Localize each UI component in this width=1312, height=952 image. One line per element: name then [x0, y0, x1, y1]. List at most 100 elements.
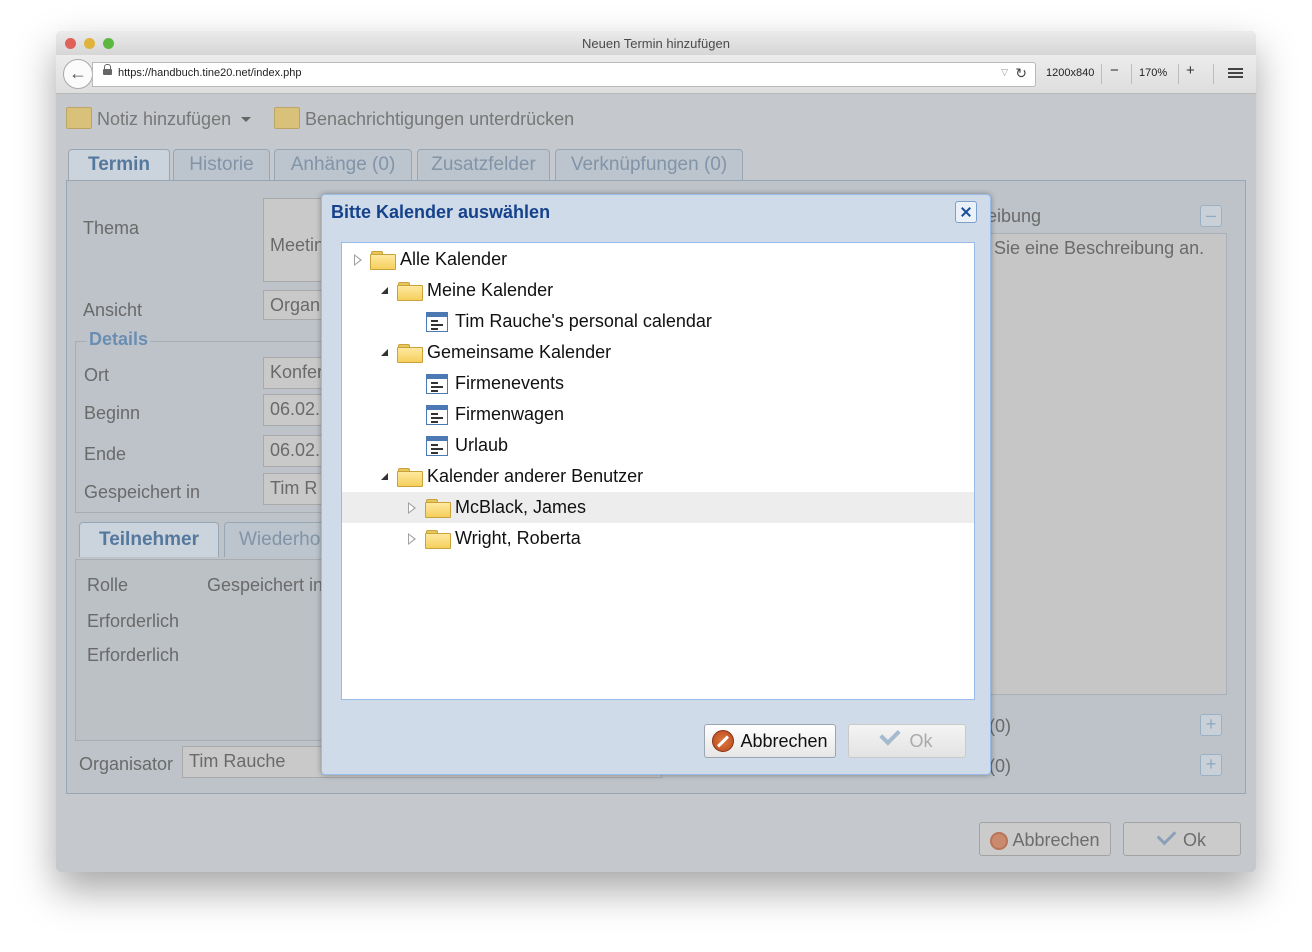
tree-node-label: Firmenevents — [455, 373, 565, 393]
tab-termin[interactable]: Termin — [68, 149, 170, 180]
gespeichert-label: Gespeichert in — [84, 482, 201, 502]
tree-node-gemeinsame-kalender[interactable]: Gemeinsame Kalender — [342, 337, 974, 368]
url-dropdown-icon[interactable]: ▽ — [1001, 67, 1008, 78]
abbrechen-label: Abbrechen — [1012, 830, 1100, 850]
add-item-button[interactable]: + — [1200, 754, 1222, 776]
collapse-button[interactable]: – — [1200, 205, 1222, 227]
calendar-tree: Alle Kalender Meine Kalender Tim Rauche'… — [341, 242, 975, 700]
collapse-icon[interactable] — [381, 473, 388, 480]
tree-node-firmenwagen[interactable]: Firmenwagen — [342, 399, 974, 430]
back-button[interactable]: ← — [63, 59, 93, 89]
tab-zusatzfelder[interactable]: Zusatzfelder — [417, 149, 550, 180]
tab-teilnehmer[interactable]: Teilnehmer — [79, 522, 219, 557]
gespeichert-column-header[interactable]: Gespeichert in — [207, 575, 325, 596]
rolle-column-header[interactable]: Rolle — [87, 575, 128, 596]
toolbar-divider — [1131, 64, 1132, 84]
viewport-size[interactable]: 1200x840 — [1046, 67, 1094, 79]
dialog-title: Bitte Kalender auswählen — [331, 202, 551, 222]
tree-node-alle-kalender[interactable]: Alle Kalender — [342, 244, 974, 275]
zoom-in-button[interactable]: + — [1186, 62, 1195, 79]
tree-node-mcblack-james[interactable]: McBlack, James — [342, 492, 974, 523]
folder-icon — [425, 499, 451, 518]
tree-node-label: Gemeinsame Kalender — [427, 342, 612, 362]
folder-icon — [425, 530, 451, 549]
expand-icon[interactable] — [408, 533, 416, 545]
tree-node-label: Meine Kalender — [427, 280, 554, 300]
tree-node-kalender-anderer-benutzer[interactable]: Kalender anderer Benutzer — [342, 461, 974, 492]
details-title: Details — [87, 329, 151, 350]
browser-toolbar: ← https://handbuch.tine20.net/index.php … — [56, 55, 1256, 94]
notification-icon — [274, 107, 300, 129]
url-bar[interactable]: https://handbuch.tine20.net/index.php ▽ … — [92, 62, 1036, 87]
dialog-ok-button[interactable]: Ok — [848, 724, 966, 758]
description-title: eibung — [987, 206, 1042, 226]
folder-open-icon — [397, 282, 423, 301]
suppress-notifications-button[interactable]: Benachrichtigungen unterdrücken — [274, 107, 574, 130]
zoom-level[interactable]: 170% — [1139, 67, 1167, 79]
tree-node-label: Urlaub — [455, 435, 509, 455]
ok-button[interactable]: Ok — [1123, 822, 1241, 856]
other-count: (0) — [989, 756, 1011, 776]
tree-node-label: McBlack, James — [455, 497, 587, 517]
tab-anhaenge[interactable]: Anhänge (0) — [274, 149, 412, 180]
ort-label: Ort — [84, 365, 109, 385]
attendee-row-role[interactable]: Erforderlich — [87, 611, 179, 632]
dialog-cancel-label: Abbrechen — [740, 731, 828, 751]
tree-node-label: Kalender anderer Benutzer — [427, 466, 644, 486]
dialog-cancel-button[interactable]: Abbrechen — [704, 724, 836, 758]
tree-node-personal-calendar[interactable]: Tim Rauche's personal calendar — [342, 306, 974, 337]
abbrechen-button[interactable]: Abbrechen — [979, 822, 1111, 856]
tree-node-wright-roberta[interactable]: Wright, Roberta — [342, 523, 974, 554]
check-icon — [1156, 825, 1177, 846]
dialog-ok-label: Ok — [909, 731, 933, 751]
folder-open-icon — [397, 468, 423, 487]
menu-icon[interactable] — [1228, 68, 1243, 70]
zoom-out-button[interactable]: − — [1110, 62, 1119, 79]
expand-icon[interactable] — [354, 254, 362, 266]
calendar-select-dialog: Bitte Kalender auswählen Alle Kalender M… — [321, 194, 991, 775]
attachments-count: (0) — [989, 716, 1011, 736]
toolbar-divider — [1178, 64, 1179, 84]
tab-historie[interactable]: Historie — [173, 149, 270, 180]
chevron-down-icon[interactable] — [241, 117, 252, 122]
toolbar-divider — [1101, 64, 1102, 84]
tree-node-meine-kalender[interactable]: Meine Kalender — [342, 275, 974, 306]
attendee-row-role[interactable]: Erforderlich — [87, 645, 179, 666]
folder-open-icon — [397, 344, 423, 363]
expand-icon[interactable] — [408, 502, 416, 514]
calendar-icon — [426, 405, 448, 425]
calendar-icon — [426, 312, 448, 332]
lock-icon — [103, 64, 112, 75]
collapse-icon[interactable] — [381, 349, 388, 356]
tree-node-label: Wright, Roberta — [455, 528, 581, 548]
add-attachment-button[interactable]: + — [1200, 714, 1222, 736]
add-note-button[interactable]: Notiz hinzufügen — [66, 107, 252, 130]
organisator-label: Organisator — [79, 754, 174, 774]
collapse-icon[interactable] — [381, 287, 388, 294]
tree-node-urlaub[interactable]: Urlaub — [342, 430, 974, 461]
calendar-icon — [426, 374, 448, 394]
beginn-label: Beginn — [84, 403, 141, 423]
url-text: https://handbuch.tine20.net/index.php — [118, 67, 302, 79]
description-field[interactable]: Sie eine Beschreibung an. — [987, 233, 1227, 695]
cancel-icon — [712, 730, 735, 752]
tab-verknuepfungen[interactable]: Verknüpfungen (0) — [555, 149, 743, 180]
thema-label: Thema — [83, 218, 140, 238]
ok-label: Ok — [1182, 830, 1206, 850]
check-icon — [879, 724, 902, 746]
note-icon — [66, 107, 92, 129]
calendar-icon — [426, 436, 448, 456]
title-bar: Neuen Termin hinzufügen — [56, 31, 1256, 55]
tree-node-firmenevents[interactable]: Firmenevents — [342, 368, 974, 399]
folder-icon — [370, 251, 396, 270]
cancel-icon — [990, 832, 1009, 850]
add-note-label: Notiz hinzufügen — [97, 109, 232, 129]
suppress-notifications-label: Benachrichtigungen unterdrücken — [305, 109, 575, 129]
window-title: Neuen Termin hinzufügen — [582, 36, 730, 51]
tree-node-label: Alle Kalender — [400, 249, 508, 269]
reload-icon[interactable]: ↻ — [1015, 65, 1027, 82]
toolbar-divider — [1213, 64, 1214, 84]
ansicht-label: Ansicht — [83, 300, 143, 320]
tree-node-label: Firmenwagen — [455, 404, 565, 424]
close-icon[interactable] — [955, 201, 977, 223]
